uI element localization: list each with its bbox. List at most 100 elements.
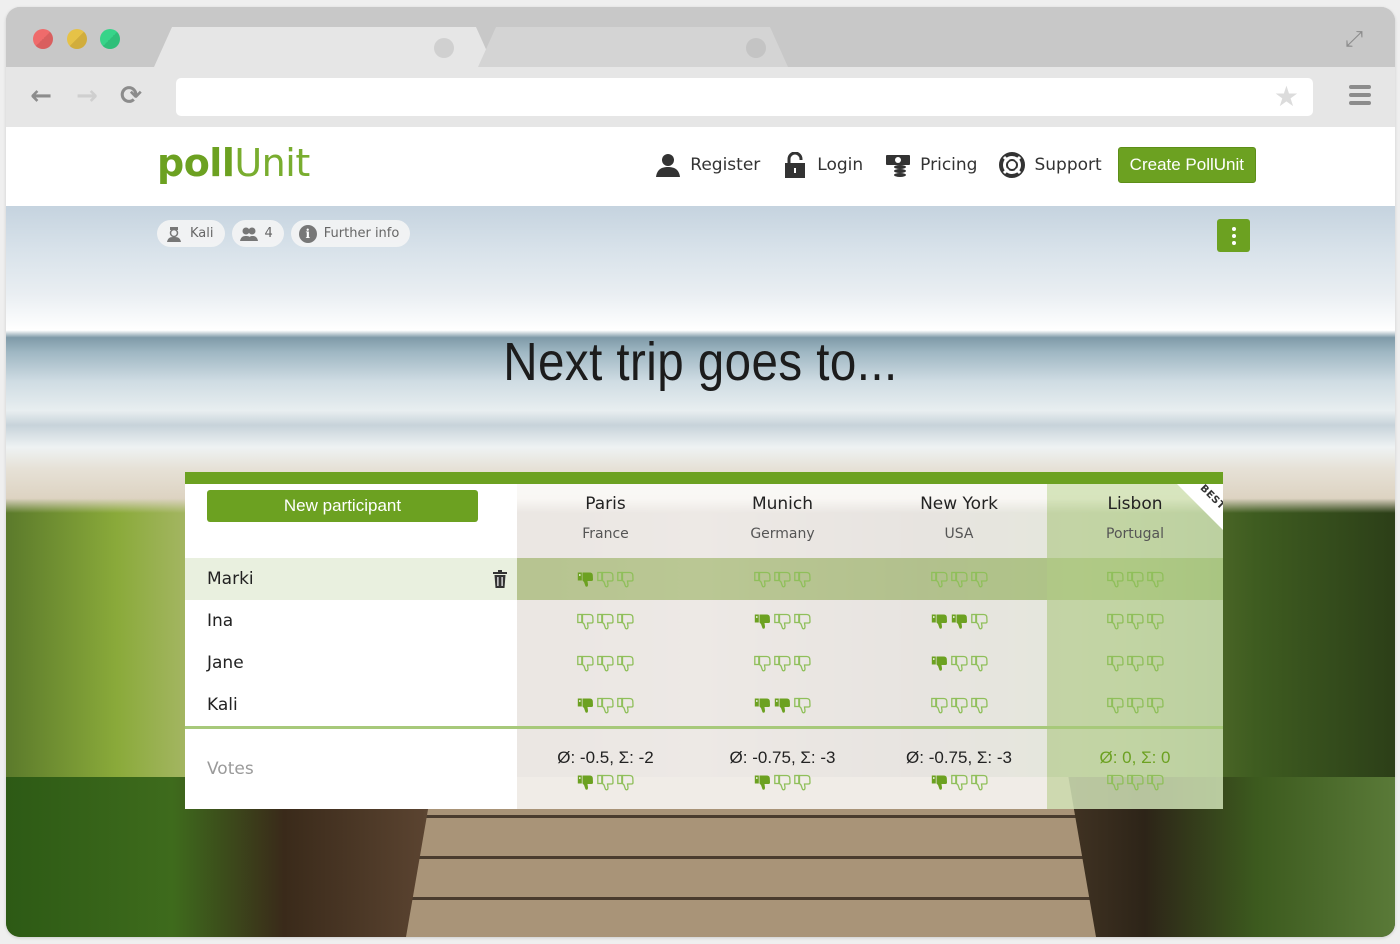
thumb-down-outline-icon[interactable] xyxy=(794,774,811,791)
vote-thumbs[interactable] xyxy=(1105,697,1165,714)
thumb-down-outline-icon[interactable] xyxy=(597,655,614,672)
bookmark-star-icon[interactable]: ★ xyxy=(1274,81,1299,113)
thumb-down-filled-icon[interactable] xyxy=(754,697,771,714)
vote-thumbs[interactable] xyxy=(1105,613,1165,630)
thumb-down-outline-icon[interactable] xyxy=(617,774,634,791)
forward-arrow-icon[interactable]: → xyxy=(72,81,102,111)
participants-pill[interactable]: 4 xyxy=(231,220,284,247)
thumb-down-outline-icon[interactable] xyxy=(1126,571,1144,588)
thumb-down-outline-icon[interactable] xyxy=(1146,655,1164,672)
thumb-down-filled-icon[interactable] xyxy=(754,774,771,791)
thumb-down-outline-icon[interactable] xyxy=(1106,571,1124,588)
nav-pricing[interactable]: Pricing xyxy=(885,152,977,178)
vote-thumbs[interactable] xyxy=(929,697,989,714)
thumb-down-outline-icon[interactable] xyxy=(1106,613,1124,630)
nav-login[interactable]: Login xyxy=(782,152,863,178)
thumb-down-outline-icon[interactable] xyxy=(950,697,968,714)
thumb-down-outline-icon[interactable] xyxy=(950,774,968,791)
thumb-down-outline-icon[interactable] xyxy=(930,571,948,588)
back-arrow-icon[interactable]: ← xyxy=(26,81,56,111)
thumb-down-filled-icon[interactable] xyxy=(577,571,594,588)
owner-pill[interactable]: Kali xyxy=(157,220,225,247)
nav-support[interactable]: Support xyxy=(999,152,1102,178)
reload-icon[interactable]: ⟳ xyxy=(116,81,146,111)
thumb-down-outline-icon[interactable] xyxy=(774,655,791,672)
pollunit-logo[interactable]: pollUnit xyxy=(157,141,310,185)
thumb-down-outline-icon[interactable] xyxy=(617,697,634,714)
thumb-down-outline-icon[interactable] xyxy=(970,774,988,791)
thumb-down-filled-icon[interactable] xyxy=(774,697,791,714)
thumb-down-filled-icon[interactable] xyxy=(577,774,594,791)
more-options-button[interactable] xyxy=(1217,219,1250,252)
nav-register[interactable]: Register xyxy=(655,152,760,178)
summary-thumbs[interactable] xyxy=(1105,774,1165,791)
thumb-down-outline-icon[interactable] xyxy=(1146,571,1164,588)
further-info-pill[interactable]: i Further info xyxy=(290,220,411,247)
tab-close-icon[interactable] xyxy=(434,38,454,58)
thumb-down-outline-icon[interactable] xyxy=(774,774,791,791)
browser-tab-active[interactable] xyxy=(154,27,494,67)
thumb-down-outline-icon[interactable] xyxy=(754,571,771,588)
thumb-down-outline-icon[interactable] xyxy=(1106,655,1124,672)
thumb-down-outline-icon[interactable] xyxy=(1146,697,1164,714)
trash-icon[interactable] xyxy=(493,570,507,588)
thumb-down-outline-icon[interactable] xyxy=(1106,774,1124,791)
browser-tab-inactive[interactable] xyxy=(478,27,788,67)
address-bar[interactable]: ★ xyxy=(176,78,1313,116)
thumb-down-outline-icon[interactable] xyxy=(597,613,614,630)
thumb-down-outline-icon[interactable] xyxy=(970,655,988,672)
thumb-down-outline-icon[interactable] xyxy=(617,655,634,672)
thumb-down-filled-icon[interactable] xyxy=(931,613,948,630)
thumb-down-outline-icon[interactable] xyxy=(1126,655,1144,672)
vote-thumbs[interactable] xyxy=(576,697,636,714)
thumb-down-outline-icon[interactable] xyxy=(794,697,811,714)
thumb-down-outline-icon[interactable] xyxy=(617,571,634,588)
thumb-down-outline-icon[interactable] xyxy=(597,697,614,714)
create-pollunit-button[interactable]: Create PollUnit xyxy=(1117,147,1256,183)
thumb-down-outline-icon[interactable] xyxy=(1106,697,1124,714)
thumb-down-outline-icon[interactable] xyxy=(597,774,614,791)
thumb-down-filled-icon[interactable] xyxy=(754,613,771,630)
summary-thumbs[interactable] xyxy=(929,774,989,791)
thumb-down-outline-icon[interactable] xyxy=(794,571,811,588)
thumb-down-outline-icon[interactable] xyxy=(794,613,811,630)
vote-thumbs[interactable] xyxy=(576,613,636,630)
summary-thumbs[interactable] xyxy=(753,774,813,791)
vote-thumbs[interactable] xyxy=(753,571,813,588)
thumb-down-outline-icon[interactable] xyxy=(970,613,988,630)
thumb-down-outline-icon[interactable] xyxy=(1146,774,1164,791)
thumb-down-outline-icon[interactable] xyxy=(930,697,948,714)
thumb-down-outline-icon[interactable] xyxy=(577,655,594,672)
new-participant-button[interactable]: New participant xyxy=(207,490,478,522)
vote-thumbs[interactable] xyxy=(753,697,813,714)
thumb-down-filled-icon[interactable] xyxy=(931,774,948,791)
thumb-down-outline-icon[interactable] xyxy=(1146,613,1164,630)
tab-close-icon[interactable] xyxy=(746,38,766,58)
thumb-down-outline-icon[interactable] xyxy=(774,613,791,630)
thumb-down-filled-icon[interactable] xyxy=(931,655,948,672)
thumb-down-outline-icon[interactable] xyxy=(617,613,634,630)
vote-thumbs[interactable] xyxy=(753,655,813,672)
thumb-down-outline-icon[interactable] xyxy=(597,571,614,588)
minimize-window-button[interactable] xyxy=(67,29,87,49)
vote-thumbs[interactable] xyxy=(929,571,989,588)
browser-menu-icon[interactable] xyxy=(1349,85,1371,107)
vote-thumbs[interactable] xyxy=(929,613,989,630)
fullscreen-icon[interactable]: ⤢ xyxy=(1341,27,1367,53)
vote-thumbs[interactable] xyxy=(1105,571,1165,588)
vote-thumbs[interactable] xyxy=(576,571,636,588)
thumb-down-outline-icon[interactable] xyxy=(774,571,791,588)
vote-thumbs[interactable] xyxy=(576,655,636,672)
close-window-button[interactable] xyxy=(33,29,53,49)
thumb-down-outline-icon[interactable] xyxy=(754,655,771,672)
thumb-down-outline-icon[interactable] xyxy=(950,571,968,588)
thumb-down-outline-icon[interactable] xyxy=(1126,697,1144,714)
thumb-down-outline-icon[interactable] xyxy=(794,655,811,672)
thumb-down-outline-icon[interactable] xyxy=(577,613,594,630)
thumb-down-filled-icon[interactable] xyxy=(577,697,594,714)
thumb-down-outline-icon[interactable] xyxy=(970,571,988,588)
vote-thumbs[interactable] xyxy=(929,655,989,672)
vote-thumbs[interactable] xyxy=(1105,655,1165,672)
summary-thumbs[interactable] xyxy=(576,774,636,791)
thumb-down-outline-icon[interactable] xyxy=(950,655,968,672)
